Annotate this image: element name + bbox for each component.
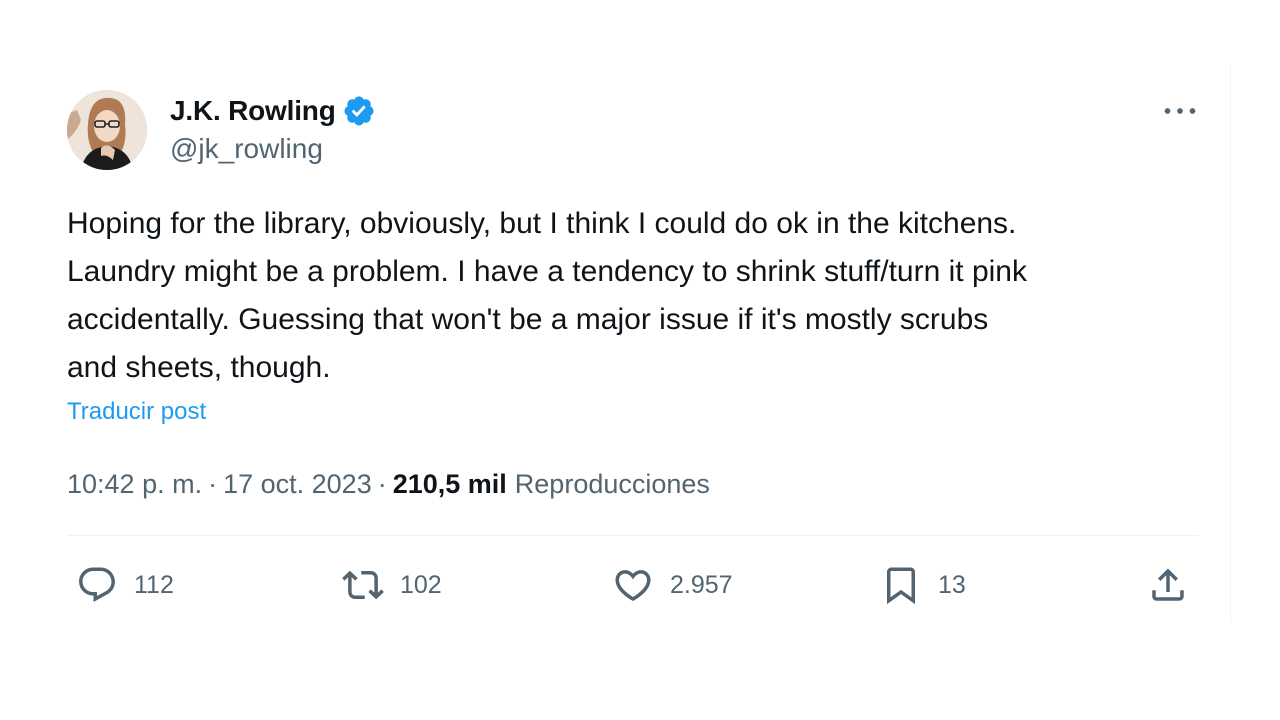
meta-separator: · — [208, 468, 218, 499]
repost-icon — [342, 570, 384, 600]
tweet-text-line: and sheets, though. — [67, 351, 331, 384]
panel-border — [1230, 64, 1231, 622]
avatar-photo — [67, 90, 147, 170]
like-button[interactable]: 2.957 — [612, 555, 733, 615]
avatar[interactable] — [67, 90, 147, 170]
bookmark-icon — [887, 567, 915, 605]
tweet-text-line: Laundry might be a problem. I have a ten… — [67, 255, 1027, 288]
author-handle[interactable]: @jk_rowling — [170, 133, 323, 165]
author-name-row: J.K. Rowling — [170, 92, 376, 130]
repost-count: 102 — [400, 570, 442, 599]
tweet-text: Hoping for the library, obviously, but I… — [67, 200, 1207, 392]
views-label: Reproducciones — [514, 468, 710, 499]
more-dots-icon — [1164, 108, 1196, 114]
heart-icon — [615, 570, 651, 602]
tweet-card: J.K. Rowling @jk_rowling Hoping for the … — [0, 0, 1280, 720]
reply-icon — [79, 567, 115, 602]
share-button[interactable] — [1147, 555, 1189, 615]
bookmark-count: 13 — [938, 570, 966, 599]
views-count: 210,5 mil — [392, 468, 507, 499]
tweet-meta: 10:42 p. m. · 17 oct. 2023 · 210,5 mil R… — [67, 464, 710, 504]
meta-separator: · — [377, 468, 387, 499]
verified-badge-icon[interactable] — [342, 94, 376, 128]
post-date[interactable]: 17 oct. 2023 — [223, 469, 372, 500]
tweet-text-line: accidentally. Guessing that won't be a m… — [67, 303, 989, 336]
tweet-text-line: Hoping for the library, obviously, but I… — [67, 207, 1017, 240]
more-options-button[interactable] — [1160, 96, 1200, 126]
bookmark-button[interactable]: 13 — [880, 555, 966, 615]
reply-button[interactable]: 112 — [76, 555, 174, 615]
divider — [67, 535, 1198, 536]
post-time[interactable]: 10:42 p. m. — [67, 469, 202, 500]
repost-button[interactable]: 102 — [342, 555, 442, 615]
author-display-name[interactable]: J.K. Rowling — [170, 95, 336, 127]
translate-post-link[interactable]: Traducir post — [67, 398, 206, 426]
like-count: 2.957 — [670, 570, 733, 599]
share-icon — [1152, 568, 1184, 601]
reply-count: 112 — [134, 570, 174, 599]
action-bar: 112 102 2.957 13 — [0, 555, 1280, 615]
